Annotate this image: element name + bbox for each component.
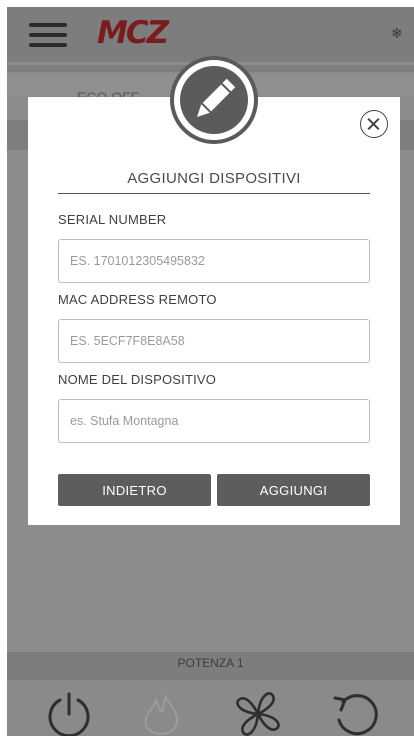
pencil-icon bbox=[180, 66, 248, 134]
serial-number-input[interactable] bbox=[58, 239, 370, 283]
close-button[interactable] bbox=[360, 110, 388, 138]
power-icon[interactable] bbox=[44, 690, 94, 736]
add-device-dialog bbox=[28, 97, 400, 525]
power-level-label: POTENZA 1 bbox=[177, 656, 244, 670]
refresh-icon[interactable] bbox=[329, 690, 379, 736]
top-bar: MCZ ❄ bbox=[7, 7, 414, 62]
brand-logo: MCZ bbox=[97, 15, 169, 51]
title-divider bbox=[58, 193, 370, 194]
dialog-title: AGGIUNGI DISPOSITIVI bbox=[127, 170, 301, 187]
mac-address-input[interactable] bbox=[58, 319, 370, 363]
serial-number-label: SERIAL NUMBER bbox=[58, 212, 167, 227]
device-name-label: NOME DEL DISPOSITIVO bbox=[58, 372, 217, 387]
edit-badge bbox=[170, 56, 258, 144]
device-name-input[interactable] bbox=[58, 399, 370, 443]
snowflake-icon[interactable]: ❄ bbox=[391, 25, 403, 42]
add-button[interactable]: AGGIUNGI bbox=[217, 474, 370, 506]
back-button[interactable]: INDIETRO bbox=[58, 474, 211, 506]
fan-icon[interactable] bbox=[232, 690, 284, 736]
menu-icon[interactable] bbox=[29, 23, 67, 47]
mac-address-label: MAC ADDRESS REMOTO bbox=[58, 292, 217, 307]
flame-icon[interactable] bbox=[139, 690, 183, 736]
